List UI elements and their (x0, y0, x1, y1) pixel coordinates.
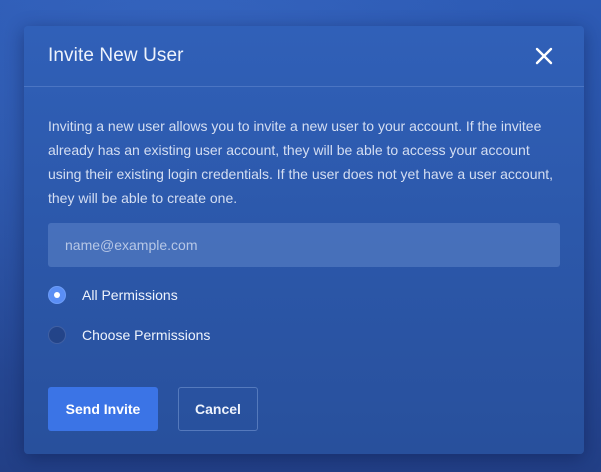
invite-description: Inviting a new user allows you to invite… (48, 118, 554, 206)
radio-all-permissions[interactable]: All Permissions (48, 285, 178, 305)
modal-title: Invite New User (48, 45, 184, 66)
radio-label-all-permissions: All Permissions (82, 287, 178, 303)
modal-header: Invite New User (24, 26, 584, 87)
radio-choose-permissions[interactable]: Choose Permissions (48, 325, 210, 345)
send-invite-button[interactable]: Send Invite (48, 387, 158, 431)
radio-label-choose-permissions: Choose Permissions (82, 327, 211, 343)
cancel-button[interactable]: Cancel (178, 387, 258, 431)
close-button[interactable] (532, 44, 556, 68)
close-icon (535, 47, 553, 65)
radio-selected-indicator[interactable] (48, 286, 66, 304)
radio-unselected-indicator[interactable] (48, 326, 66, 344)
email-input[interactable] (48, 223, 560, 267)
invite-user-modal: Invite New User Inviting a new user allo… (24, 26, 584, 454)
